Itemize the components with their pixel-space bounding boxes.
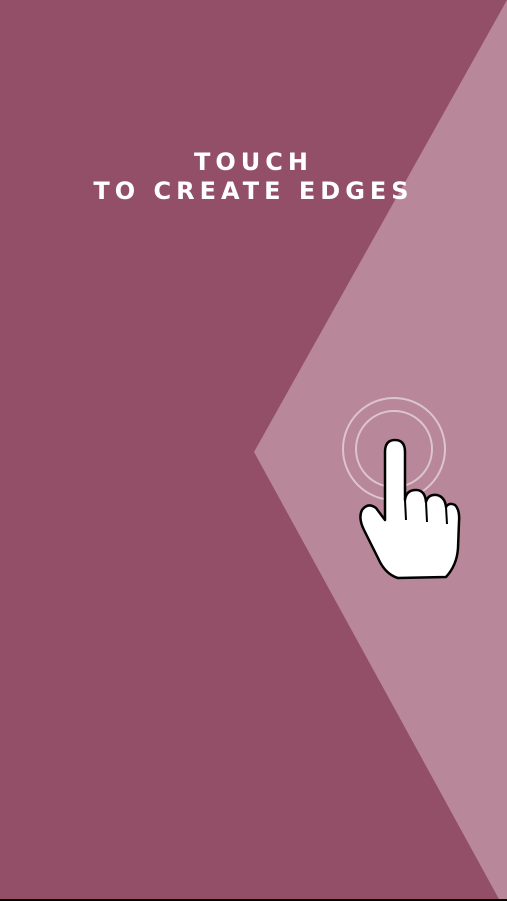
game-screen[interactable]: TOUCH TO CREATE EDGES bbox=[0, 0, 507, 901]
tap-hint bbox=[342, 397, 461, 580]
instruction-line-1: TOUCH bbox=[194, 148, 313, 176]
instruction-line-2: TO CREATE EDGES bbox=[93, 177, 414, 205]
instruction-text: TOUCH TO CREATE EDGES bbox=[0, 148, 507, 206]
